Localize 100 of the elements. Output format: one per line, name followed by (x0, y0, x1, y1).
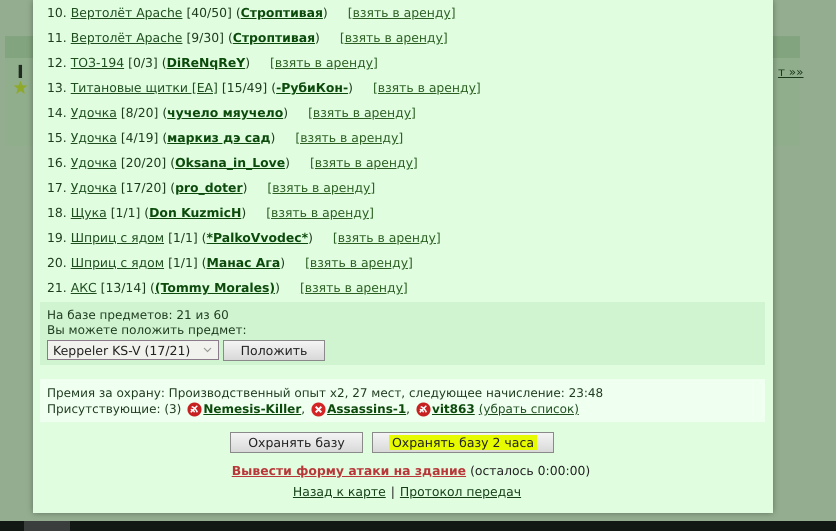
star-icon (13, 80, 28, 95)
footer-link[interactable]: Назад к карте (292, 484, 386, 499)
rent-link[interactable]: [взять в аренду] (372, 80, 481, 95)
owner-link[interactable]: Oksana_in_Love (175, 155, 286, 170)
paren: ( (150, 280, 155, 295)
item-link[interactable]: АКС (70, 280, 97, 295)
item-link[interactable]: Удочка (70, 105, 117, 120)
item-link[interactable]: Вертолёт Apache (70, 5, 182, 20)
item-link[interactable]: ТОЗ-194 (70, 55, 124, 70)
comma: , (406, 402, 410, 416)
item-number: 20. (47, 255, 67, 270)
item-number: 16. (47, 155, 67, 170)
paren: ) (275, 280, 280, 295)
paren: ( (202, 230, 207, 245)
player-link[interactable]: vit863 (432, 402, 475, 416)
item-link[interactable]: Шприц с ядом (70, 255, 164, 270)
next-link[interactable]: т »» (778, 65, 804, 79)
rent-link[interactable]: [взять в аренду] (270, 55, 378, 70)
paren: ) (241, 205, 246, 220)
remaining-text: (осталось 0:00:00) (470, 463, 590, 478)
guard-button[interactable]: Охранять базу 2 часа (372, 432, 554, 453)
item-number: 12. (47, 55, 67, 70)
item-select[interactable]: Keppeler KS-V (17/21) (47, 340, 219, 360)
rent-link[interactable]: [взять в аренду] (332, 230, 441, 245)
owner-link[interactable]: (Tommy Morales) (154, 280, 276, 295)
background-heading: I (17, 62, 24, 83)
item-link[interactable]: Удочка (70, 130, 117, 145)
item-count: [4/19] (120, 130, 158, 145)
item-number: 11. (47, 30, 67, 45)
paren: ( (170, 155, 176, 170)
item-link[interactable]: Вертолёт Apache (70, 30, 182, 45)
hide-list-link[interactable]: (убрать список) (478, 402, 579, 416)
item-number: 10. (47, 5, 67, 20)
item-link[interactable]: Титановые щитки [EA] (70, 80, 218, 95)
paren: ) (283, 105, 288, 120)
owner-link[interactable]: Строптивая (232, 30, 316, 45)
owner-link[interactable]: Don KuzmicH (149, 205, 242, 220)
item-number: 14. (47, 105, 67, 120)
reward-text: Премия за охрану: Производственный опыт x2, 27 мест, следующее начисление: 23:48 (47, 386, 604, 400)
paren: ) (348, 80, 353, 95)
item-count: [13/14] (100, 280, 146, 295)
paren: ( (162, 130, 168, 145)
paren: ) (245, 55, 250, 70)
paren: ) (315, 30, 320, 45)
item-number: 21. (47, 280, 67, 295)
chevron-down-icon (203, 347, 212, 353)
paren: ) (270, 130, 276, 145)
attack-link[interactable]: Вывести форму атаки на здание (232, 463, 466, 478)
owner-link[interactable]: DiReNqReY (166, 55, 246, 70)
put-button[interactable]: Положить (223, 340, 325, 361)
item-number: 13. (47, 80, 67, 95)
link-separator: | (390, 484, 395, 499)
item-count: [40/50] (186, 5, 232, 20)
paren: ( (162, 55, 167, 70)
owner-link[interactable]: маркиз дэ сад (167, 130, 271, 145)
rent-link[interactable]: [взять в аренду] (305, 255, 413, 270)
item-number: 17. (47, 180, 67, 195)
owner-link[interactable]: Строптивая (240, 5, 323, 20)
rent-link[interactable]: [взять в аренду] (310, 155, 418, 170)
owner-link[interactable]: *PalkoVvodec* (206, 230, 308, 245)
paren: ( (271, 80, 276, 95)
paren: ( (202, 255, 207, 270)
paren: ( (144, 205, 150, 220)
item-link[interactable]: Удочка (70, 155, 117, 170)
item-count: [1/1] (168, 255, 198, 270)
present-label: Присутствующие: (3) (47, 402, 182, 416)
item-number: 19. (47, 230, 67, 245)
owner-link[interactable]: Манас Ага (206, 255, 280, 270)
item-count: [9/30] (186, 30, 224, 45)
paren: ( (236, 5, 241, 20)
guard-button[interactable]: Охранять базу (230, 432, 363, 453)
item-link[interactable]: Шприц с ядом (70, 230, 164, 245)
rent-link[interactable]: [взять в аренду] (300, 280, 408, 295)
rent-link[interactable]: [взять в аренду] (295, 130, 404, 145)
paren: ( (228, 30, 233, 45)
player-link[interactable]: Assassins-1 (327, 402, 406, 416)
item-link[interactable]: Щука (70, 205, 107, 220)
paren: ) (242, 180, 248, 195)
item-link[interactable]: Удочка (70, 180, 117, 195)
rent-link[interactable]: [взять в аренду] (266, 205, 374, 220)
item-count: [15/49] (222, 80, 268, 95)
item-count: [0/3] (128, 55, 158, 70)
item-number: 18. (47, 205, 67, 220)
owner-link[interactable]: чучело мяучело (167, 105, 284, 120)
rent-link[interactable]: [взять в аренду] (308, 105, 416, 120)
paren: ( (170, 180, 176, 195)
prompt-text: Вы можете положить предмет: (47, 323, 248, 338)
owner-link[interactable]: -РубиКон- (276, 80, 348, 95)
footer-link[interactable]: Протокол передач (400, 484, 522, 499)
item-count: [20/20] (120, 155, 166, 170)
rent-link[interactable]: [взять в аренду] (340, 30, 448, 45)
paren: ( (162, 105, 168, 120)
owner-link[interactable]: pro_doter (175, 180, 243, 195)
taskbar-button[interactable] (24, 521, 70, 531)
player-link[interactable]: Nemesis-Killer (203, 402, 302, 416)
rent-link[interactable]: [взять в аренду] (348, 5, 456, 20)
item-count: [1/1] (168, 230, 198, 245)
comma: , (301, 402, 306, 416)
rent-link[interactable]: [взять в аренду] (267, 180, 376, 195)
item-number: 15. (47, 130, 67, 145)
